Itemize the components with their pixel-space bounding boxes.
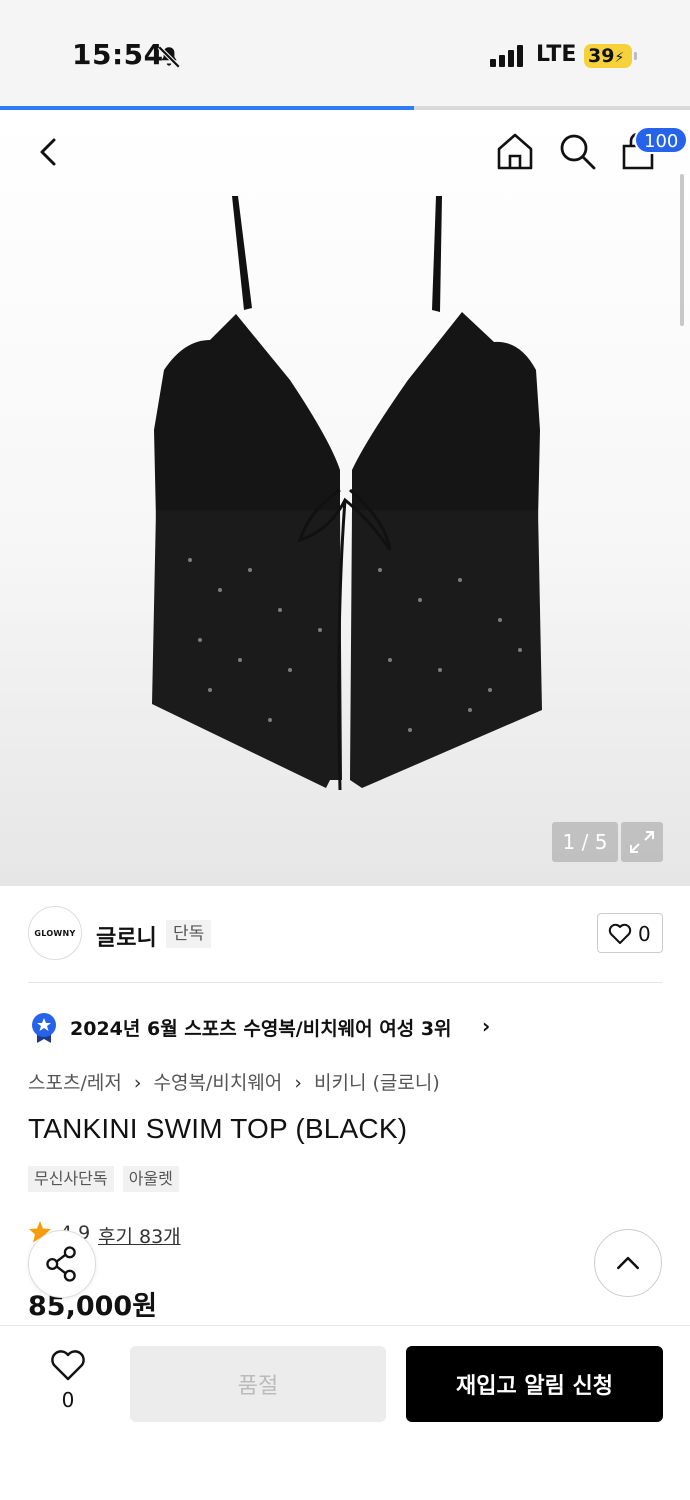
like-count: 0 [61, 1388, 75, 1412]
battery-indicator: 39⚡ [584, 44, 637, 68]
bell-slash-icon [157, 45, 181, 69]
heart-icon [51, 1350, 85, 1381]
status-time: 15:54 [72, 38, 164, 71]
divider [28, 982, 662, 983]
brand-exclusive-badge: 단독 [166, 920, 212, 948]
back-icon[interactable] [30, 132, 70, 172]
scrollbar [680, 174, 684, 326]
chevron-right-icon: › [133, 1072, 142, 1094]
image-counter: 1 / 5 [552, 822, 618, 862]
breadcrumb-item[interactable]: 비키니 (글로니) [314, 1072, 440, 1094]
breadcrumb: 스포츠/레저 › 수영복/비치웨어 › 비키니 (글로니) [28, 1068, 446, 1095]
brand-like-count: 0 [638, 922, 651, 946]
product-tag: 아울렛 [122, 1166, 179, 1192]
home-icon[interactable] [494, 130, 536, 172]
share-icon[interactable] [28, 1230, 96, 1298]
brand-name[interactable]: 글로니 [96, 920, 157, 952]
product-tags: 무신사단독 아울렛 [28, 1166, 183, 1192]
ranking-link[interactable]: 2024년 6월 스포츠 수영복/비치웨어 여성 3위 › [30, 1012, 670, 1044]
brand-like-button[interactable]: 0 [597, 913, 663, 953]
chevron-right-icon: › [294, 1072, 302, 1094]
product-title: TANKINI SWIM TOP (BLACK) [28, 1113, 408, 1144]
cart-count-badge: 100 [634, 126, 689, 154]
search-icon[interactable] [556, 130, 598, 172]
battery-level: 39 [588, 45, 615, 67]
heart-icon [608, 923, 632, 944]
brand-row: GLOWNY 글로니 단독 0 [0, 886, 690, 982]
breadcrumb-item[interactable]: 수영복/비치웨어 [154, 1072, 283, 1094]
soldout-button[interactable]: 품절 [130, 1346, 386, 1422]
status-bar: 15:54 LTE 39⚡ [0, 0, 690, 106]
medal-icon [32, 1013, 56, 1043]
restock-alert-button[interactable]: 재입고 알림 신청 [406, 1346, 663, 1422]
signal-icon [490, 45, 523, 67]
product-image[interactable] [140, 190, 560, 800]
scroll-top-icon[interactable] [594, 1229, 662, 1297]
network-label: LTE [536, 42, 577, 67]
chevron-right-icon: › [482, 1014, 491, 1038]
expand-icon[interactable] [621, 822, 663, 862]
like-button[interactable]: 0 [40, 1350, 96, 1420]
bottom-action-bar: 0 품절 재입고 알림 신청 [0, 1325, 690, 1500]
review-link[interactable]: 후기 83개 [98, 1222, 181, 1249]
charging-icon: ⚡ [614, 50, 625, 66]
breadcrumb-item[interactable]: 스포츠/레저 [28, 1072, 122, 1094]
brand-logo[interactable]: GLOWNY [28, 906, 82, 960]
ranking-text: 2024년 6월 스포츠 수영복/비치웨어 여성 3위 [70, 1018, 452, 1040]
product-gallery[interactable]: 100 1 / 5 [0, 110, 690, 886]
product-tag: 무신사단독 [28, 1166, 114, 1192]
